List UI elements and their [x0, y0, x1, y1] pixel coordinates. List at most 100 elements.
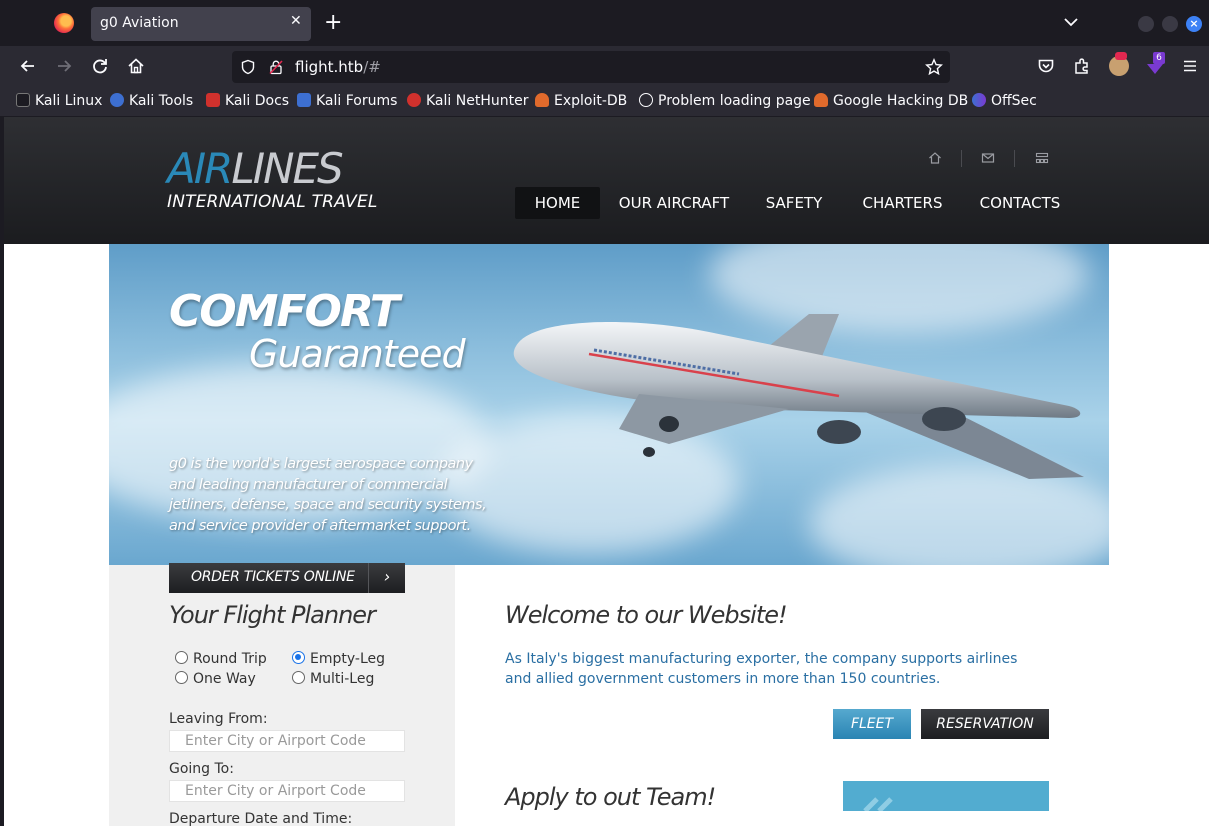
airplane-image	[513, 314, 1084, 479]
navigation-toolbar: flight.htb/# 6	[0, 46, 1209, 88]
home-icon[interactable]	[126, 56, 146, 76]
bookmark-label: Kali Linux	[35, 93, 103, 109]
radio-label: Empty-Leg	[310, 651, 386, 667]
url-host: flight.htb	[295, 58, 364, 76]
divider	[961, 150, 962, 167]
nethunter-icon	[407, 93, 421, 107]
menu-home[interactable]: HOME	[515, 187, 600, 219]
bookmark-problem-loading[interactable]: Problem loading page	[639, 93, 811, 109]
logo-lines-text: LINES	[231, 144, 343, 193]
bookmark-offsec[interactable]: OffSec	[972, 93, 1037, 109]
welcome-text: As Italy's biggest manufacturing exporte…	[505, 651, 1018, 687]
radio-label: Round Trip	[193, 651, 267, 667]
radio-one-way[interactable]: One Way	[175, 671, 256, 687]
sitemap-icon[interactable]	[1035, 151, 1049, 165]
close-window-button[interactable]: ×	[1186, 16, 1202, 32]
maximize-button[interactable]	[1162, 16, 1178, 32]
bookmark-label: Kali Docs	[225, 93, 290, 109]
insecure-lock-icon[interactable]	[268, 59, 284, 75]
extensions-icon[interactable]	[1072, 56, 1092, 76]
logo-air-text: AIR	[167, 144, 233, 193]
chevron-down-icon[interactable]	[1062, 13, 1080, 31]
menu-safety[interactable]: SAFETY	[763, 187, 825, 219]
radio-empty-leg[interactable]: Empty-Leg	[292, 651, 385, 667]
hero-description: g0 is the world's largest aerospace comp…	[169, 456, 487, 534]
apply-banner-image	[843, 781, 1049, 811]
page-viewport: AIRLINES INTERNATIONAL TRAVEL HOME OUR A…	[4, 117, 1209, 826]
bookmark-kali-tools[interactable]: Kali Tools	[110, 93, 193, 109]
bookmark-label: Exploit-DB	[554, 93, 628, 109]
flight-planner-panel: ORDER TICKETS ONLINE › Your Flight Plann…	[109, 563, 455, 826]
tab-title: g0 Aviation	[100, 15, 179, 31]
new-tab-button[interactable]: +	[324, 10, 342, 36]
radio-multi-leg[interactable]: Multi-Leg	[292, 671, 374, 687]
chevron-right-icon[interactable]: ›	[368, 563, 405, 593]
hero-banner: COMFORT Guaranteed g0 is the world's lar…	[109, 244, 1109, 565]
kali-tools-icon	[110, 93, 124, 107]
leaving-from-label: Leaving From:	[169, 711, 268, 727]
apply-title: Apply to out Team!	[505, 783, 716, 811]
planner-title: Your Flight Planner	[169, 601, 376, 629]
bookmark-label: Kali Tools	[129, 93, 194, 109]
bookmark-kali-docs[interactable]: Kali Docs	[206, 93, 289, 109]
menu-our-aircraft[interactable]: OUR AIRCRAFT	[615, 187, 733, 219]
bookmark-kali-forums[interactable]: Kali Forums	[297, 93, 397, 109]
url-text[interactable]: flight.htb/#	[295, 58, 381, 76]
hero-subtitle: Guaranteed	[249, 332, 466, 376]
reservation-button[interactable]: RESERVATION	[921, 709, 1049, 739]
hero-title: COMFORT	[169, 286, 400, 337]
bookmark-label: Kali Forums	[316, 93, 398, 109]
bookmark-label: Kali NetHunter	[426, 93, 529, 109]
browser-tab[interactable]: g0 Aviation ✕	[91, 7, 311, 41]
site-logo[interactable]: AIRLINES	[167, 144, 344, 193]
downloads-extension-icon[interactable]: 6	[1145, 52, 1165, 76]
cookie-extension-icon[interactable]	[1109, 52, 1129, 76]
hamburger-menu-icon[interactable]	[1180, 56, 1200, 76]
tab-close-icon[interactable]: ✕	[290, 13, 302, 29]
mail-icon[interactable]	[981, 151, 995, 165]
kali-forums-icon	[297, 93, 311, 107]
radio-button[interactable]	[292, 671, 305, 684]
forward-icon[interactable]	[54, 56, 74, 76]
tab-bar: g0 Aviation ✕ + ×	[0, 0, 1209, 46]
going-to-label: Going To:	[169, 761, 234, 777]
bookmark-star-icon[interactable]	[925, 58, 943, 76]
shield-icon[interactable]	[240, 59, 256, 75]
fleet-button[interactable]: FLEET	[833, 709, 911, 739]
address-bar[interactable]: flight.htb/#	[232, 51, 950, 83]
reload-icon[interactable]	[90, 56, 110, 76]
menu-charters[interactable]: CHARTERS	[860, 187, 945, 219]
divider	[1014, 150, 1015, 167]
firefox-icon[interactable]	[54, 13, 74, 33]
home-icon[interactable]	[928, 151, 942, 165]
going-to-input[interactable]	[169, 780, 405, 802]
site-header: AIRLINES INTERNATIONAL TRAVEL HOME OUR A…	[4, 117, 1209, 244]
order-tickets-button[interactable]: ORDER TICKETS ONLINE ›	[169, 563, 405, 593]
radio-label: Multi-Leg	[310, 671, 375, 687]
bookmark-exploit-db[interactable]: Exploit-DB	[535, 93, 627, 109]
departure-label: Departure Date and Time:	[169, 811, 353, 826]
bookmark-google-hacking-db[interactable]: Google Hacking DB	[814, 93, 968, 109]
radio-button-selected[interactable]	[292, 651, 305, 664]
welcome-title: Welcome to our Website!	[505, 601, 788, 629]
kali-dragon-icon	[16, 93, 30, 107]
bookmark-label: Problem loading page	[658, 93, 811, 109]
bookmark-label: Google Hacking DB	[833, 93, 969, 109]
bookmark-kali-linux[interactable]: Kali Linux	[16, 93, 102, 109]
leaving-from-input[interactable]	[169, 730, 405, 752]
order-tickets-label: ORDER TICKETS ONLINE	[191, 569, 355, 585]
globe-icon	[639, 93, 653, 107]
radio-label: One Way	[193, 671, 256, 687]
back-icon[interactable]	[18, 56, 38, 76]
logo-subtitle: INTERNATIONAL TRAVEL	[167, 192, 378, 212]
pocket-icon[interactable]	[1036, 56, 1056, 76]
radio-button[interactable]	[175, 671, 188, 684]
menu-contacts[interactable]: CONTACTS	[976, 187, 1064, 219]
exploit-db-icon	[535, 93, 549, 107]
radio-button[interactable]	[175, 651, 188, 664]
bookmarks-toolbar: Kali Linux Kali Tools Kali Docs Kali For…	[0, 88, 1209, 116]
radio-round-trip[interactable]: Round Trip	[175, 651, 267, 667]
minimize-button[interactable]	[1138, 16, 1154, 32]
bookmark-kali-nethunter[interactable]: Kali NetHunter	[407, 93, 528, 109]
ghdb-icon	[814, 93, 828, 107]
